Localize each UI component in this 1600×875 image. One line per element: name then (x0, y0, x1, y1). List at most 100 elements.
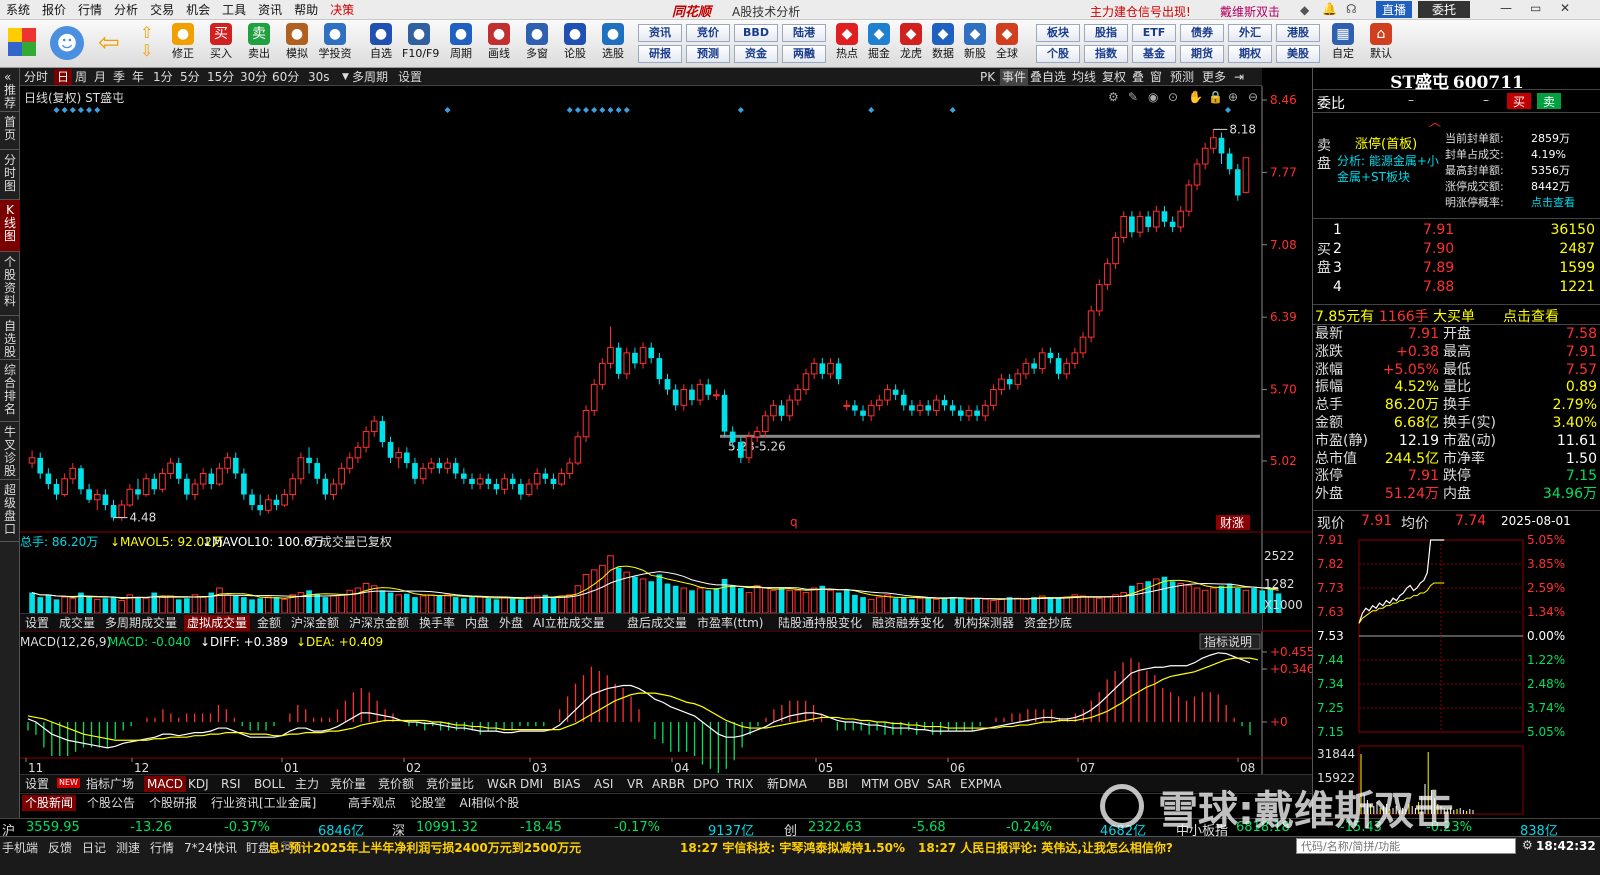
menu-item-4[interactable]: 交易 (144, 0, 180, 20)
indicator-tab-2[interactable]: MACD (144, 776, 186, 792)
chart-option-1[interactable]: 事件 (1000, 69, 1029, 85)
event-diamond-icon[interactable] (599, 107, 606, 113)
volume-tab-15[interactable]: 机构探测器 (951, 615, 1017, 631)
status-item-4[interactable]: 行情 (150, 839, 174, 856)
chart-option-4[interactable]: 复权 (1102, 69, 1126, 85)
toolbar3-button-1[interactable]: ⌂ 默认 (1364, 22, 1398, 66)
diamond-icon[interactable]: ◆ (1300, 3, 1309, 17)
candle[interactable] (713, 389, 720, 401)
indicator-tab-7[interactable]: 竞价量 (327, 776, 369, 792)
candle[interactable] (1095, 279, 1103, 317)
market-button-1-5[interactable]: 美股 (1276, 45, 1320, 63)
candle[interactable] (778, 400, 785, 422)
candle[interactable] (981, 400, 989, 422)
volume-tab-1[interactable]: 成交量 (56, 615, 98, 631)
candle[interactable] (607, 326, 614, 369)
chart-option-0[interactable]: PK (980, 69, 995, 85)
candle[interactable] (142, 473, 150, 497)
candle[interactable] (810, 358, 818, 380)
candle[interactable] (721, 389, 728, 437)
candle[interactable] (900, 389, 907, 411)
candle[interactable] (1136, 211, 1144, 238)
candle[interactable] (61, 473, 68, 497)
period-8[interactable]: 15分 (207, 69, 234, 85)
candle[interactable] (933, 394, 940, 416)
news-ticker-3[interactable]: 18:27 人民日报评论: 英伟达,让我怎么相信你? (918, 839, 1173, 856)
status-item-6[interactable]: 盯盘 (246, 839, 270, 856)
indicator-tab-16[interactable]: DPO (690, 776, 722, 792)
period-2[interactable]: 周 (75, 69, 87, 85)
candle[interactable] (427, 457, 435, 474)
volume-tab-12[interactable]: 市盈率(ttm) (694, 615, 766, 631)
candle[interactable] (965, 405, 973, 422)
toolbar2-button-5[interactable]: ◆ 全球 (990, 22, 1024, 66)
candle[interactable] (802, 368, 810, 395)
candle[interactable] (241, 468, 247, 500)
left-tab-1[interactable]: 首页 (0, 112, 20, 150)
volume-tab-16[interactable]: 资金抄底 (1021, 615, 1075, 631)
chart-option-6[interactable]: 窗 (1150, 69, 1162, 85)
candle[interactable] (273, 494, 280, 511)
indicator-tab-21[interactable]: OBV (891, 776, 923, 792)
event-diamond-icon[interactable] (61, 107, 68, 113)
signal-link[interactable]: 主力建仓信号出现! (1090, 3, 1191, 20)
candle[interactable] (53, 478, 60, 500)
live-button[interactable]: 直播 (1376, 1, 1412, 18)
quick-button-1-3[interactable]: 两融 (782, 45, 826, 63)
toolbar-buy-button[interactable]: 买买入 (204, 22, 238, 66)
menu-item-5[interactable]: 机会 (180, 0, 216, 20)
news-tab-1[interactable]: 个股公告 (84, 795, 138, 811)
menu-item-6[interactable]: 工具 (216, 0, 252, 20)
candle[interactable] (322, 473, 329, 500)
candle[interactable] (199, 468, 207, 490)
indicator-tab-19[interactable]: BBI (825, 776, 851, 792)
candle[interactable] (974, 405, 980, 422)
candle[interactable] (306, 447, 312, 474)
volume-tab-6[interactable]: 沪深京金额 (346, 615, 412, 631)
market-button-1-4[interactable]: 期权 (1228, 45, 1272, 63)
candle[interactable] (338, 463, 345, 490)
candle[interactable] (436, 457, 443, 474)
event-diamond-icon[interactable] (574, 107, 581, 113)
candle[interactable] (461, 468, 467, 485)
market-button-1-2[interactable]: 基金 (1132, 45, 1176, 63)
toolbar-refresh-button[interactable]: ● 修正 (166, 22, 200, 66)
buy-button[interactable]: 买 (1507, 93, 1531, 109)
event-diamond-icon[interactable] (607, 107, 614, 113)
chart-option-3[interactable]: 均线 (1072, 69, 1096, 85)
status-item-5[interactable]: 7*24快讯 (184, 839, 237, 856)
news-tab-0[interactable]: 个股新闻 (22, 795, 77, 811)
candle[interactable] (566, 457, 574, 479)
period-dropdown-icon[interactable]: ▼ (342, 69, 349, 85)
toolbar-clock-button[interactable]: ● 周期 (444, 22, 478, 66)
candle[interactable] (1145, 211, 1151, 233)
news-tab-5[interactable]: 论股堂 (407, 795, 449, 811)
marker-q[interactable]: q (790, 515, 798, 529)
candle[interactable] (689, 384, 695, 406)
hand-icon[interactable]: ✋ (1188, 90, 1203, 104)
period-9[interactable]: 30分 (240, 69, 267, 85)
candle[interactable] (1161, 205, 1168, 227)
big-order-link[interactable]: 点击查看 (1503, 306, 1559, 326)
market-button-1-1[interactable]: 指数 (1084, 45, 1128, 63)
quick-button-0-1[interactable]: 竞价 (686, 24, 730, 42)
chart-option-2[interactable]: 叠自选 (1030, 69, 1066, 85)
candle[interactable] (672, 384, 679, 411)
volume-tab-2[interactable]: 多周期成交量 (102, 615, 180, 631)
candle[interactable] (998, 373, 1005, 395)
candle[interactable] (582, 405, 590, 443)
chart-option-5[interactable]: 叠 (1132, 69, 1144, 85)
indicator-tab-9[interactable]: 竞价量比 (423, 776, 477, 792)
candle[interactable] (1193, 158, 1201, 191)
candle[interactable] (615, 342, 622, 380)
status-item-2[interactable]: 日记 (82, 839, 106, 856)
back-arrow-icon[interactable]: ⇦ (98, 28, 120, 58)
indicator-tab-1[interactable]: 指标广场 (83, 776, 137, 792)
candle[interactable] (1129, 211, 1135, 238)
toolbar-graduation-button[interactable]: ● 学投资 (318, 22, 352, 66)
candle[interactable] (819, 358, 826, 380)
candle[interactable] (469, 473, 475, 490)
candle[interactable] (452, 457, 459, 479)
grid-logo-icon[interactable] (8, 28, 36, 56)
news-ticker-2[interactable]: 18:27 宇信科技: 宇琴鸿泰拟减持1.50% (680, 839, 905, 856)
